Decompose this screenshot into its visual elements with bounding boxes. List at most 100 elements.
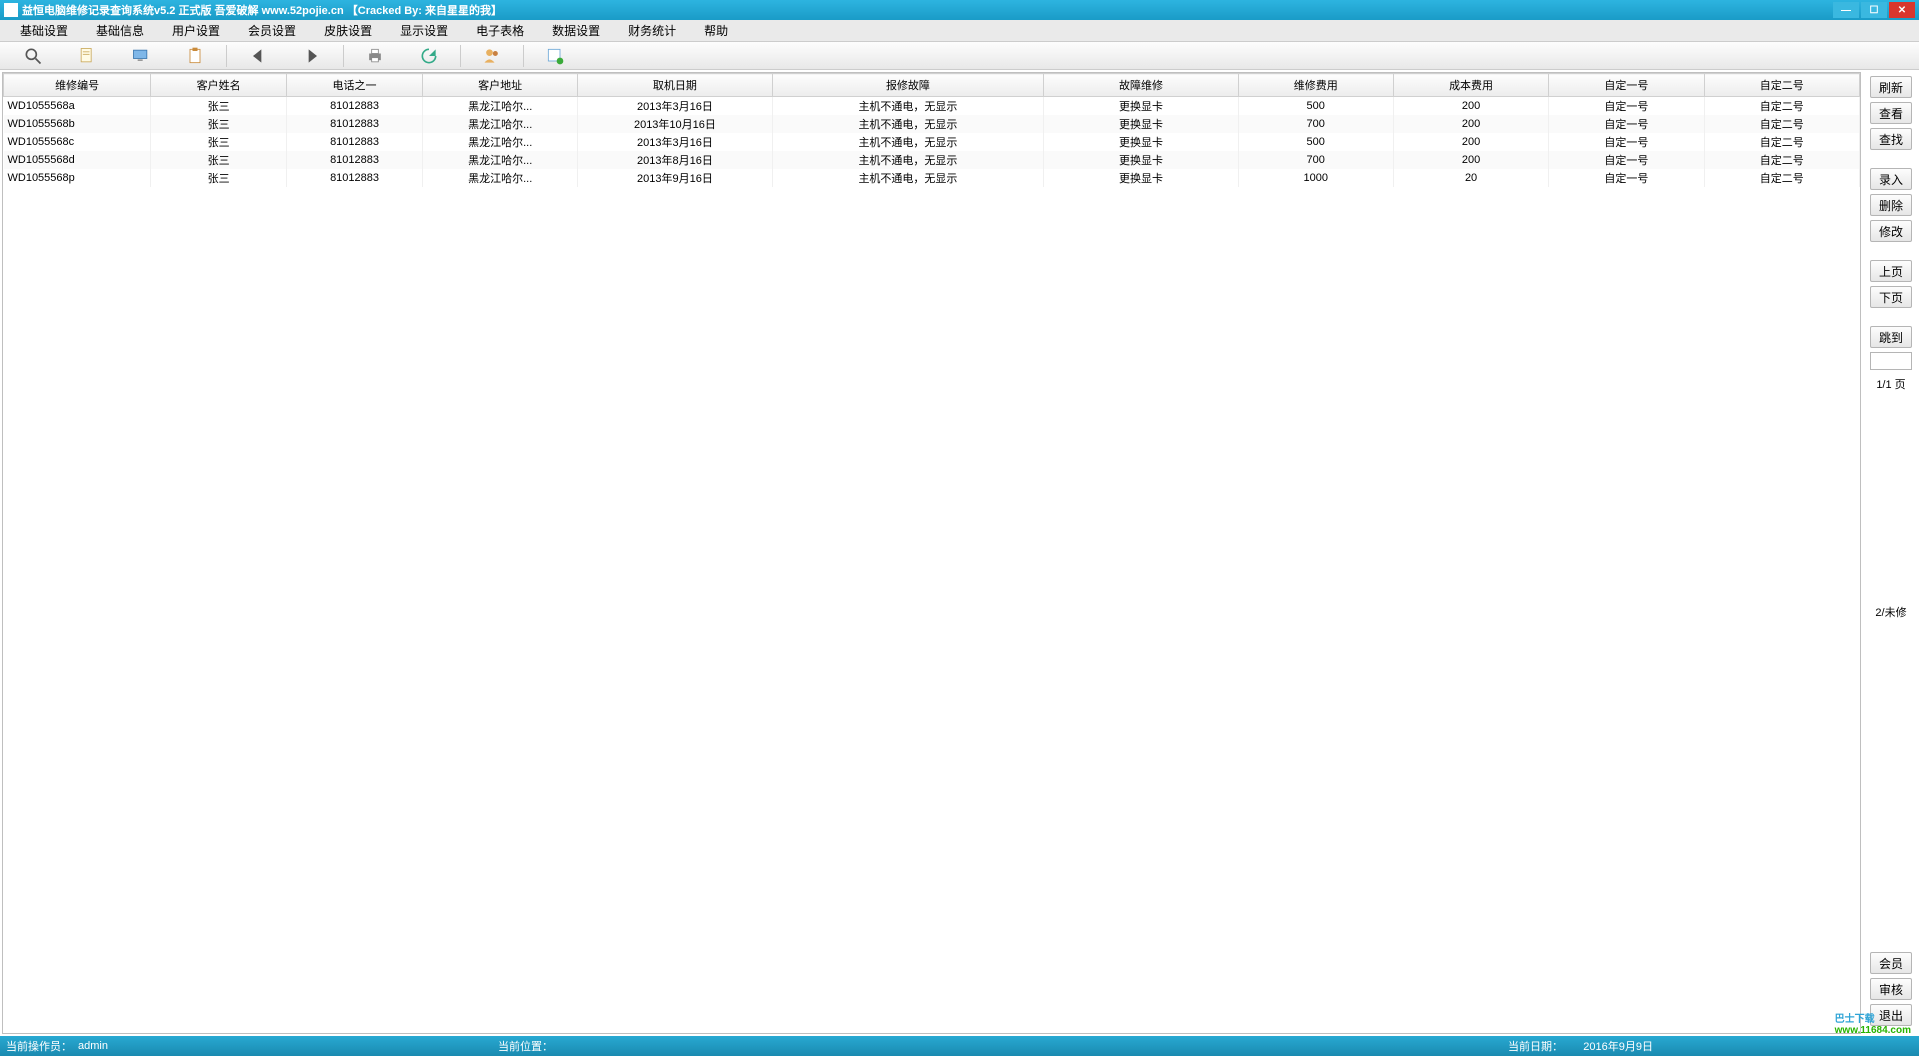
clipboard-icon[interactable] [168, 43, 222, 69]
app-icon [4, 3, 18, 17]
status-bar: 当前操作员： admin 当前位置： 当前日期： 2016年9月9日 [0, 1036, 1919, 1056]
cell-name: 张三 [151, 97, 287, 116]
cell-cost: 200 [1393, 133, 1548, 151]
modify-button[interactable]: 修改 [1870, 220, 1912, 242]
menu-0[interactable]: 基础设置 [6, 20, 82, 42]
col-header-4[interactable]: 取机日期 [578, 74, 772, 97]
cell-id: WD1055568b [4, 115, 151, 133]
refresh-button[interactable]: 刷新 [1870, 76, 1912, 98]
cell-c2: 自定二号 [1704, 97, 1859, 116]
cell-phone: 81012883 [287, 169, 423, 187]
computer-icon[interactable] [114, 43, 168, 69]
watermark: 巴士下载 www.11684.com [1835, 1010, 1911, 1036]
cell-fix: 更换显卡 [1044, 133, 1238, 151]
prev-page-button[interactable]: 上页 [1870, 260, 1912, 282]
menu-bar: 基础设置基础信息用户设置会员设置皮肤设置显示设置电子表格数据设置财务统计帮助 [0, 20, 1919, 42]
cell-name: 张三 [151, 133, 287, 151]
cell-fix: 更换显卡 [1044, 169, 1238, 187]
cell-name: 张三 [151, 151, 287, 169]
col-header-1[interactable]: 客户姓名 [151, 74, 287, 97]
cell-date: 2013年3月16日 [578, 133, 772, 151]
close-button[interactable]: ✕ [1889, 2, 1915, 18]
cell-c1: 自定一号 [1549, 115, 1704, 133]
member-button[interactable]: 会员 [1870, 952, 1912, 974]
cell-id: WD1055568c [4, 133, 151, 151]
menu-5[interactable]: 显示设置 [386, 20, 462, 42]
col-header-2[interactable]: 电话之一 [287, 74, 423, 97]
menu-2[interactable]: 用户设置 [158, 20, 234, 42]
cell-phone: 81012883 [287, 151, 423, 169]
arrow-left-icon[interactable] [231, 43, 285, 69]
table-row[interactable]: WD1055568b张三81012883黑龙江哈尔...2013年10月16日主… [4, 115, 1860, 133]
toolbar-separator [523, 45, 524, 67]
menu-1[interactable]: 基础信息 [82, 20, 158, 42]
refresh-icon[interactable] [402, 43, 456, 69]
cell-fix: 更换显卡 [1044, 97, 1238, 116]
col-header-8[interactable]: 成本费用 [1393, 74, 1548, 97]
menu-7[interactable]: 数据设置 [538, 20, 614, 42]
table-row[interactable]: WD1055568c张三81012883黑龙江哈尔...2013年3月16日主机… [4, 133, 1860, 151]
cell-id: WD1055568p [4, 169, 151, 187]
input-button[interactable]: 录入 [1870, 168, 1912, 190]
col-header-3[interactable]: 客户地址 [423, 74, 578, 97]
operator-value: admin [78, 1040, 108, 1052]
cell-fault: 主机不通电，无显示 [772, 115, 1044, 133]
minimize-button[interactable]: — [1833, 2, 1859, 18]
audit-button[interactable]: 审核 [1870, 978, 1912, 1000]
operator-label: 当前操作员： [6, 1038, 72, 1054]
cell-fee: 700 [1238, 151, 1393, 169]
cell-fee: 1000 [1238, 169, 1393, 187]
next-page-button[interactable]: 下页 [1870, 286, 1912, 308]
cell-c2: 自定二号 [1704, 133, 1859, 151]
export-icon[interactable] [528, 43, 582, 69]
cell-fault: 主机不通电，无显示 [772, 133, 1044, 151]
col-header-9[interactable]: 自定一号 [1549, 74, 1704, 97]
delete-button[interactable]: 删除 [1870, 194, 1912, 216]
toolbar-separator [226, 45, 227, 67]
cell-addr: 黑龙江哈尔... [423, 169, 578, 187]
col-header-5[interactable]: 报修故障 [772, 74, 1044, 97]
print-icon[interactable] [348, 43, 402, 69]
document-icon[interactable] [60, 43, 114, 69]
col-header-7[interactable]: 维修费用 [1238, 74, 1393, 97]
menu-8[interactable]: 财务统计 [614, 20, 690, 42]
menu-6[interactable]: 电子表格 [462, 20, 538, 42]
cell-name: 张三 [151, 169, 287, 187]
col-header-6[interactable]: 故障维修 [1044, 74, 1238, 97]
cell-cost: 200 [1393, 115, 1548, 133]
toolbar-separator [460, 45, 461, 67]
cell-c1: 自定一号 [1549, 133, 1704, 151]
cell-fault: 主机不通电，无显示 [772, 97, 1044, 116]
table-row[interactable]: WD1055568d张三81012883黑龙江哈尔...2013年8月16日主机… [4, 151, 1860, 169]
cell-date: 2013年8月16日 [578, 151, 772, 169]
position-label: 当前位置： [498, 1038, 553, 1054]
menu-3[interactable]: 会员设置 [234, 20, 310, 42]
find-button[interactable]: 查找 [1870, 128, 1912, 150]
cell-c1: 自定一号 [1549, 97, 1704, 116]
cell-id: WD1055568d [4, 151, 151, 169]
cell-phone: 81012883 [287, 97, 423, 116]
menu-9[interactable]: 帮助 [690, 20, 742, 42]
maximize-button[interactable]: ☐ [1861, 2, 1887, 18]
table-row[interactable]: WD1055568p张三81012883黑龙江哈尔...2013年9月16日主机… [4, 169, 1860, 187]
side-panel: 刷新 查看 查找 录入 删除 修改 上页 下页 跳到 1/1 页 2/未修 会员… [1863, 70, 1919, 1036]
cell-cost: 20 [1393, 169, 1548, 187]
page-indicator: 1/1 页 [1876, 376, 1905, 392]
col-header-0[interactable]: 维修编号 [4, 74, 151, 97]
cell-date: 2013年9月16日 [578, 169, 772, 187]
col-header-10[interactable]: 自定二号 [1704, 74, 1859, 97]
cell-cost: 200 [1393, 151, 1548, 169]
cell-cost: 200 [1393, 97, 1548, 116]
data-grid[interactable]: 维修编号客户姓名电话之一客户地址取机日期报修故障故障维修维修费用成本费用自定一号… [2, 72, 1861, 1034]
jump-button[interactable]: 跳到 [1870, 326, 1912, 348]
menu-4[interactable]: 皮肤设置 [310, 20, 386, 42]
view-button[interactable]: 查看 [1870, 102, 1912, 124]
search-icon[interactable] [6, 43, 60, 69]
cell-id: WD1055568a [4, 97, 151, 116]
table-row[interactable]: WD1055568a张三81012883黑龙江哈尔...2013年3月16日主机… [4, 97, 1860, 116]
arrow-right-icon[interactable] [285, 43, 339, 69]
cell-c1: 自定一号 [1549, 151, 1704, 169]
page-input[interactable] [1870, 352, 1912, 370]
date-value: 2016年9月9日 [1583, 1038, 1653, 1054]
users-icon[interactable] [465, 43, 519, 69]
